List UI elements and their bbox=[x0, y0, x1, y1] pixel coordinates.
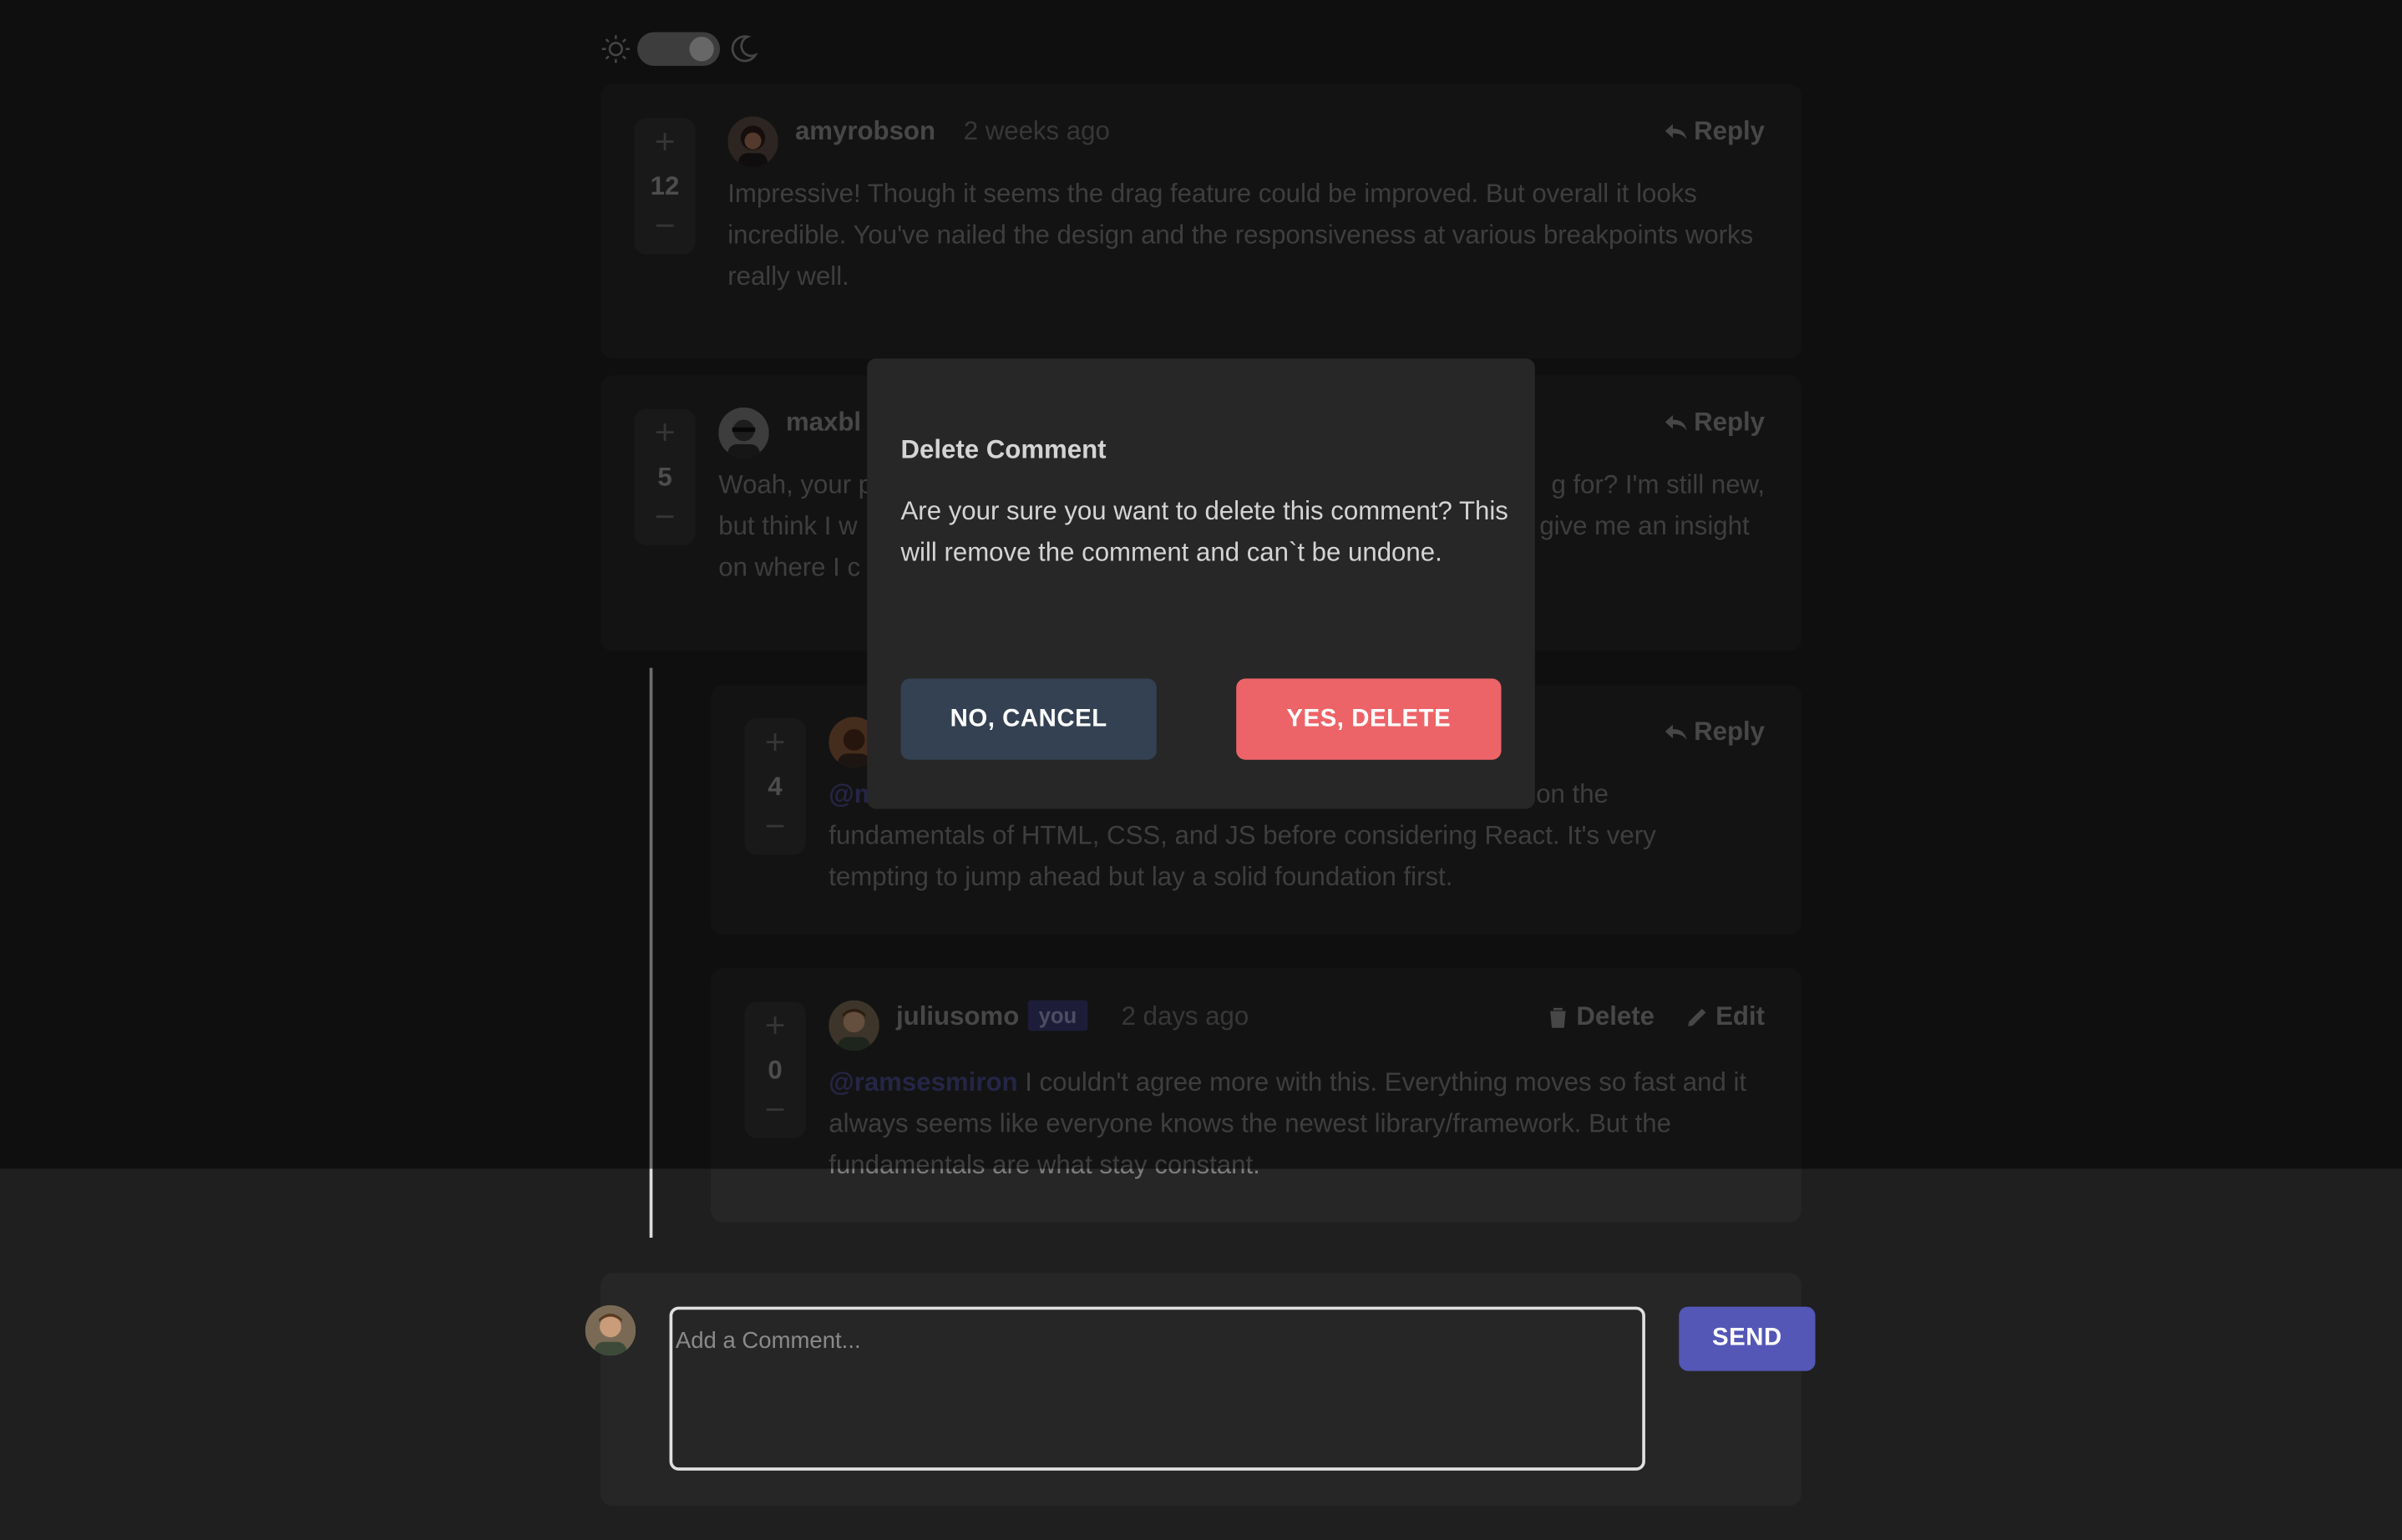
cancel-button[interactable]: NO, CANCEL bbox=[900, 678, 1157, 760]
page: + 12 − amyrobson 2 weeks ago Reply Impre… bbox=[0, 0, 2402, 1540]
delete-comment-dialog: Delete Comment Are your sure you want to… bbox=[867, 358, 1535, 809]
current-user-avatar bbox=[585, 1304, 636, 1356]
dialog-title: Delete Comment bbox=[900, 434, 1107, 464]
send-button[interactable]: SEND bbox=[1679, 1306, 1816, 1371]
confirm-delete-button[interactable]: YES, DELETE bbox=[1236, 678, 1502, 760]
comment-input[interactable] bbox=[669, 1306, 1645, 1471]
dialog-message: Are your sure you want to delete this co… bbox=[900, 496, 1508, 567]
